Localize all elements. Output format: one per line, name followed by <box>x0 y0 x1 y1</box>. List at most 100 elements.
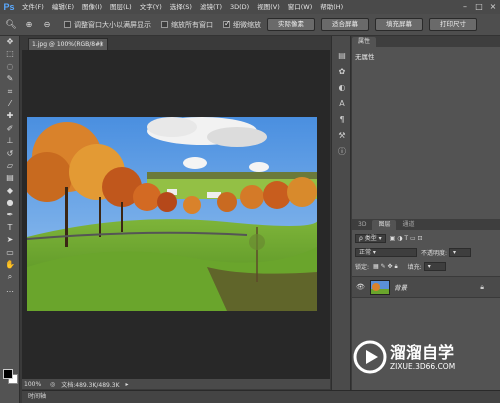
photoshop-logo: Ps <box>3 2 15 12</box>
window-controls: – □ × <box>458 0 500 14</box>
foreground-color-swatch[interactable] <box>3 369 13 379</box>
fill-input[interactable]: ▾ <box>423 262 446 271</box>
lock-icon: 🔒︎ <box>480 282 484 291</box>
watermark-play-icon <box>353 340 387 374</box>
lock-row: 锁定: ▦ ✎ ✥ 🔒︎ 填充: ▾ <box>352 261 500 272</box>
brush-tool-icon[interactable]: ✐ <box>0 123 20 135</box>
zoom-all-windows-checkbox[interactable]: 缩放所有窗口 <box>161 20 213 30</box>
layer-thumbnail-image <box>371 280 389 294</box>
dodge-tool-icon[interactable]: ● <box>0 197 20 209</box>
options-bar: 🔍︎ ⊕ ⊖ 调整窗口大小以满屏显示 缩放所有窗口 细微缩放 实际像素 适合屏幕… <box>0 14 500 36</box>
menu-edit[interactable]: 编辑(E) <box>48 0 78 14</box>
close-button[interactable]: × <box>486 0 500 14</box>
document-image <box>27 117 317 311</box>
layer-filter-label: 类型 <box>364 235 377 242</box>
minimize-button[interactable]: – <box>458 0 472 14</box>
document-tab[interactable]: 1.jpg @ 100%(RGB/8#) × <box>28 38 108 50</box>
menu-help[interactable]: 帮助(H) <box>316 0 347 14</box>
tab-3d[interactable]: 3D <box>352 220 372 230</box>
menu-select[interactable]: 选择(S) <box>166 0 196 14</box>
brush-panel-icon[interactable]: ✿ <box>332 64 352 80</box>
history-brush-tool-icon[interactable]: ↺ <box>0 148 20 160</box>
checkbox-label: 缩放所有窗口 <box>171 20 213 29</box>
layer-thumbnail <box>370 279 390 295</box>
hand-tool-icon[interactable]: ✋ <box>0 259 20 271</box>
zoom-level[interactable]: 100% <box>22 381 50 388</box>
crop-tool-icon[interactable]: ⌗ <box>0 86 20 98</box>
move-tool-icon[interactable]: ✥ <box>0 36 20 48</box>
zoom-tool-icon[interactable]: ⌕ <box>0 271 20 283</box>
checkbox-box[interactable] <box>161 21 168 28</box>
clone-stamp-tool-icon[interactable]: ⊥ <box>0 135 20 147</box>
blend-mode-select[interactable]: 正常 ▾ <box>355 248 417 257</box>
checkbox-box[interactable] <box>64 21 71 28</box>
opacity-input[interactable]: ▾ <box>449 248 472 257</box>
print-size-button[interactable]: 打印尺寸 <box>429 18 477 31</box>
zoom-out-icon[interactable]: ⊖ <box>40 18 54 32</box>
menu-image[interactable]: 图像(I) <box>78 0 106 14</box>
menu-3d[interactable]: 3D(D) <box>226 0 253 14</box>
properties-panel-header: 属性 <box>352 36 500 47</box>
timeline-tab[interactable]: 时间轴 <box>22 390 500 403</box>
menu-type[interactable]: 文字(Y) <box>136 0 166 14</box>
actual-pixels-button[interactable]: 实际像素 <box>267 18 315 31</box>
checkbox-label: 调整窗口大小以满屏显示 <box>74 20 151 29</box>
lasso-tool-icon[interactable]: ◌ <box>0 61 20 73</box>
type-tool-icon[interactable]: T <box>0 222 20 234</box>
tool-presets-icon[interactable]: ⚒ <box>332 128 352 144</box>
layer-row[interactable]: 👁︎ 背景 🔒︎ <box>352 276 500 298</box>
healing-brush-tool-icon[interactable]: ✚ <box>0 110 20 122</box>
menu-window[interactable]: 窗口(W) <box>284 0 317 14</box>
more-tools-icon[interactable]: … <box>0 284 20 296</box>
properties-panel-body: 无属性 <box>352 47 500 215</box>
marquee-tool-icon[interactable]: ⬚ <box>0 48 20 60</box>
status-arrow-icon[interactable]: ◎ <box>50 381 55 388</box>
tab-properties[interactable]: 属性 <box>352 37 377 47</box>
watermark-url: ZIXUE.3D66.COM <box>390 362 456 371</box>
layer-filter-select[interactable]: ρ 类型 ▾ <box>355 234 386 243</box>
tab-channels[interactable]: 通道 <box>396 220 420 230</box>
blur-tool-icon[interactable]: ◆ <box>0 185 20 197</box>
menu-file[interactable]: 文件(F) <box>18 0 48 14</box>
eyedropper-tool-icon[interactable]: ⁄ <box>0 98 20 110</box>
gradient-tool-icon[interactable]: ▤ <box>0 172 20 184</box>
eraser-tool-icon[interactable]: ▱ <box>0 160 20 172</box>
visibility-eye-icon[interactable]: 👁︎ <box>356 283 370 291</box>
zoom-tool-icon[interactable]: 🔍︎ <box>4 18 18 32</box>
paragraph-panel-icon[interactable]: ¶ <box>332 112 352 128</box>
scrubby-zoom-checkbox[interactable]: 细微缩放 <box>223 19 261 30</box>
blend-mode-value: 正常 <box>359 249 372 256</box>
fill-screen-button[interactable]: 填充屏幕 <box>375 18 423 31</box>
filter-icons[interactable]: ▣ ◑ T ▭ ⊡ <box>390 235 423 242</box>
path-select-tool-icon[interactable]: ➤ <box>0 234 20 246</box>
maximize-button[interactable]: □ <box>472 0 486 14</box>
info-panel-icon[interactable]: ⓘ <box>332 144 352 160</box>
tools-panel: ✥ ⬚ ◌ ✎ ⌗ ⁄ ✚ ✐ ⊥ ↺ ▱ ▤ ◆ ● ✒ T ➤ ▭ ✋ ⌕ … <box>0 36 20 403</box>
no-properties-text: 无属性 <box>355 53 375 61</box>
menu-filter[interactable]: 滤镜(T) <box>196 0 226 14</box>
opacity-label: 不透明度: <box>421 250 448 257</box>
checkbox-box[interactable] <box>223 19 231 28</box>
character-panel-icon[interactable]: A <box>332 96 352 112</box>
watermark-title: 溜溜自学 <box>390 343 455 362</box>
adjustments-panel-icon[interactable]: ◐ <box>332 80 352 96</box>
resize-windows-checkbox[interactable]: 调整窗口大小以满屏显示 <box>64 20 151 30</box>
lock-label: 锁定: <box>355 264 370 271</box>
lock-icons[interactable]: ▦ ✎ ✥ 🔒︎ <box>373 263 398 271</box>
fit-screen-button[interactable]: 适合屏幕 <box>321 18 369 31</box>
document-size-info: 文档:489.3K/489.3K <box>61 381 120 389</box>
menu-bar: Ps 文件(F) 编辑(E) 图像(I) 图层(L) 文字(Y) 选择(S) 滤… <box>0 0 500 14</box>
history-panel-icon[interactable]: ▤ <box>332 48 352 64</box>
layer-filter-row: ρ 类型 ▾ ▣ ◑ T ▭ ⊡ <box>352 233 500 244</box>
menu-layer[interactable]: 图层(L) <box>106 0 136 14</box>
close-tab-icon[interactable]: × <box>99 39 104 50</box>
menu-view[interactable]: 视图(V) <box>253 0 284 14</box>
layers-panel-header: 3D 图层 通道 <box>352 219 500 230</box>
pen-tool-icon[interactable]: ✒ <box>0 209 20 221</box>
shape-tool-icon[interactable]: ▭ <box>0 247 20 259</box>
tab-layers[interactable]: 图层 <box>372 220 397 230</box>
quick-select-tool-icon[interactable]: ✎ <box>0 73 20 85</box>
status-menu-icon[interactable]: ▸ <box>126 381 129 388</box>
status-bar: 100% ◎ 文档:489.3K/489.3K ▸ <box>22 379 330 389</box>
zoom-in-icon[interactable]: ⊕ <box>22 18 36 32</box>
